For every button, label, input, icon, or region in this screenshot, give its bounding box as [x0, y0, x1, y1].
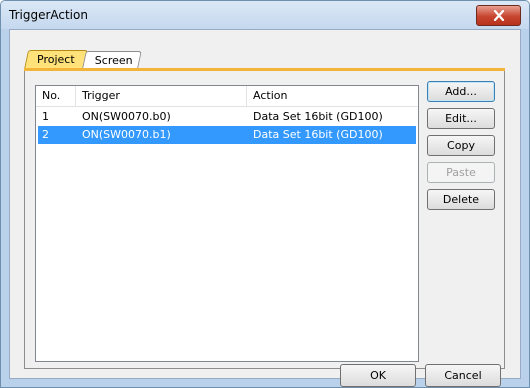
close-icon: [493, 10, 504, 21]
tab-screen-label: Screen: [94, 54, 133, 67]
window-title: TriggerAction: [9, 8, 88, 22]
row-no: 2: [42, 128, 49, 141]
trigger-action-list[interactable]: No. Trigger Action 1 ON(SW0070.b0) Data …: [35, 85, 419, 362]
delete-button[interactable]: Delete: [427, 189, 495, 210]
ok-button[interactable]: OK: [340, 364, 416, 387]
column-header-trigger[interactable]: Trigger: [76, 86, 247, 106]
row-action: Data Set 16bit (GD100): [253, 128, 383, 141]
table-row[interactable]: 1 ON(SW0070.b0) Data Set 16bit (GD100): [36, 108, 418, 126]
list-header: No. Trigger Action: [36, 86, 418, 107]
dialog-body: Project Screen No. Trigger Action 1 ON(S…: [9, 29, 521, 387]
column-header-no[interactable]: No.: [36, 86, 76, 106]
tab-project[interactable]: Project: [24, 50, 89, 69]
row-no: 1: [42, 110, 49, 123]
tab-screen[interactable]: Screen: [82, 51, 142, 69]
copy-button[interactable]: Copy: [427, 135, 495, 156]
cancel-button[interactable]: Cancel: [425, 364, 501, 387]
tab-project-label: Project: [37, 53, 75, 66]
title-bar[interactable]: TriggerAction: [1, 1, 529, 29]
table-row-selected[interactable]: 2 ON(SW0070.b1) Data Set 16bit (GD100): [38, 126, 416, 144]
column-header-action[interactable]: Action: [247, 86, 418, 106]
trigger-action-dialog: TriggerAction Project Screen No. Trigger…: [0, 0, 530, 388]
add-button[interactable]: Add...: [427, 81, 495, 102]
paste-button[interactable]: Paste: [427, 162, 495, 183]
row-action: Data Set 16bit (GD100): [253, 110, 383, 123]
edit-button[interactable]: Edit...: [427, 108, 495, 129]
project-tab-panel: No. Trigger Action 1 ON(SW0070.b0) Data …: [24, 71, 505, 369]
row-trigger: ON(SW0070.b1): [82, 128, 171, 141]
row-trigger: ON(SW0070.b0): [82, 110, 171, 123]
close-button[interactable]: [476, 5, 521, 26]
